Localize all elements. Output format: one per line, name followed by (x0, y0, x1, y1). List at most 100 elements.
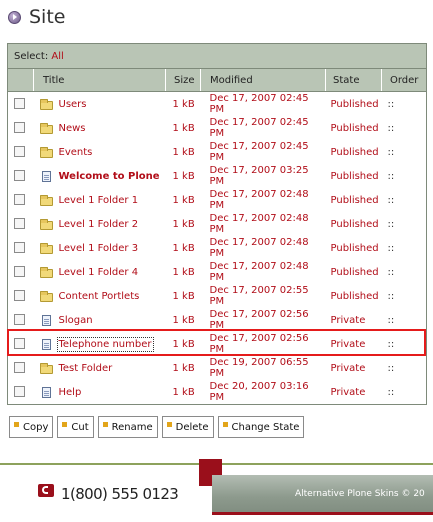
state-cell: Published (330, 242, 379, 254)
order-handle[interactable]: :: (382, 308, 427, 332)
item-title-link[interactable]: Telephone number (56, 336, 154, 352)
folder-icon (39, 194, 53, 206)
folder-icon (39, 218, 53, 230)
size-cell: 1 kB (172, 218, 195, 230)
state-cell: Private (330, 386, 366, 398)
folder-icon (39, 362, 53, 374)
row-checkbox[interactable] (14, 218, 25, 230)
row-checkbox-cell (8, 236, 34, 260)
column-header-order[interactable]: Order (381, 68, 427, 92)
item-title-link[interactable]: Users (59, 99, 87, 110)
row-checkbox[interactable] (14, 242, 25, 254)
title-cell: Events (34, 140, 166, 164)
change-state-button-label: Change State (231, 421, 300, 433)
folder-icon (39, 98, 53, 110)
title-cell: Content Portlets (34, 284, 166, 308)
order-handle[interactable]: :: (382, 140, 427, 164)
item-title-link[interactable]: Help (59, 387, 82, 398)
document-icon (41, 314, 51, 326)
column-header-title[interactable]: Title (33, 68, 166, 92)
title-cell: Level 1 Folder 3 (34, 236, 166, 260)
state-cell: Published (330, 266, 379, 278)
cut-button[interactable]: Cut (57, 416, 94, 438)
item-title-link[interactable]: Level 1 Folder 2 (59, 219, 139, 230)
item-title-link[interactable]: Level 1 Folder 1 (59, 195, 139, 206)
modified-cell: Dec 17, 2007 02:56 PM (209, 309, 309, 331)
size-cell: 1 kB (172, 194, 195, 206)
title-cell: Telephone number (34, 332, 166, 356)
order-handle[interactable]: :: (382, 164, 427, 188)
order-handle[interactable]: :: (382, 332, 427, 356)
modified-cell: Dec 20, 2007 03:16 PM (209, 381, 309, 403)
row-checkbox[interactable] (14, 386, 25, 398)
title-cell: Level 1 Folder 4 (34, 260, 166, 284)
row-checkbox[interactable] (14, 146, 25, 158)
rename-button-label: Rename (111, 421, 153, 433)
item-title-link[interactable]: Level 1 Folder 3 (59, 243, 139, 254)
delete-button[interactable]: Delete (161, 416, 214, 438)
column-header-modified[interactable]: Modified (200, 68, 326, 92)
table-row: News 1 kB Dec 17, 2007 02:45 PM Published:: (8, 116, 427, 140)
size-cell: 1 kB (172, 266, 195, 278)
column-header-size[interactable]: Size (165, 68, 201, 92)
document-icon (41, 386, 51, 398)
change-state-button[interactable]: Change State (217, 416, 305, 438)
item-title-link[interactable]: Level 1 Folder 4 (59, 267, 139, 278)
order-handle[interactable]: :: (382, 92, 427, 117)
column-header-state[interactable]: State (325, 68, 382, 92)
folder-icon (39, 242, 53, 254)
row-checkbox-cell (8, 164, 34, 188)
document-icon (41, 338, 51, 350)
item-title-link[interactable]: Content Portlets (59, 291, 140, 302)
table-row: Level 1 Folder 3 1 kB Dec 17, 2007 02:48 P… (8, 236, 427, 260)
order-handle[interactable]: :: (382, 236, 427, 260)
title-cell: Slogan (34, 308, 166, 332)
modified-cell: Dec 17, 2007 02:45 PM (209, 117, 309, 139)
rename-button[interactable]: Rename (97, 416, 158, 438)
item-title-link[interactable]: Welcome to Plone (59, 171, 160, 182)
title-cell: Welcome to Plone (34, 164, 166, 188)
row-checkbox[interactable] (14, 338, 25, 350)
item-title-link[interactable]: Slogan (59, 315, 93, 326)
state-cell: Published (330, 98, 379, 110)
folder-icon (39, 146, 53, 158)
row-checkbox[interactable] (14, 122, 25, 134)
row-checkbox[interactable] (14, 290, 25, 302)
state-cell: Published (330, 122, 379, 134)
item-title-link[interactable]: Events (59, 147, 93, 158)
order-handle[interactable]: :: (382, 188, 427, 212)
select-row: Select: All (7, 43, 427, 69)
select-all-link[interactable]: All (51, 51, 63, 62)
order-handle[interactable]: :: (382, 356, 427, 380)
row-checkbox-cell (8, 380, 34, 405)
document-icon (41, 170, 51, 182)
row-checkbox[interactable] (14, 362, 25, 374)
copy-button[interactable]: Copy (9, 416, 54, 438)
modified-cell: Dec 17, 2007 02:48 PM (209, 213, 309, 235)
order-handle[interactable]: :: (382, 212, 427, 236)
column-header-checkbox (7, 68, 34, 92)
row-checkbox[interactable] (14, 314, 25, 326)
order-handle[interactable]: :: (382, 380, 427, 405)
state-cell: Published (330, 218, 379, 230)
row-checkbox-cell (8, 332, 34, 356)
modified-cell: Dec 17, 2007 02:45 PM (209, 93, 309, 115)
row-checkbox-cell (8, 212, 34, 236)
row-checkbox[interactable] (14, 266, 25, 278)
row-checkbox[interactable] (14, 170, 25, 182)
row-checkbox[interactable] (14, 98, 25, 110)
order-handle[interactable]: :: (382, 260, 427, 284)
state-cell: Private (330, 314, 366, 326)
change-state-icon (222, 421, 228, 427)
title-cell: News (34, 116, 166, 140)
copy-button-label: Copy (23, 421, 49, 433)
order-handle[interactable]: :: (382, 116, 427, 140)
row-checkbox-cell (8, 308, 34, 332)
item-title-link[interactable]: Test Folder (59, 363, 113, 374)
title-cell: Users (34, 92, 166, 117)
order-handle[interactable]: :: (382, 284, 427, 308)
row-checkbox[interactable] (14, 194, 25, 206)
phone-icon (38, 484, 54, 497)
item-title-link[interactable]: News (59, 123, 86, 134)
footer-skin-text[interactable]: Alternative Plone Skins © 20 (295, 489, 433, 499)
